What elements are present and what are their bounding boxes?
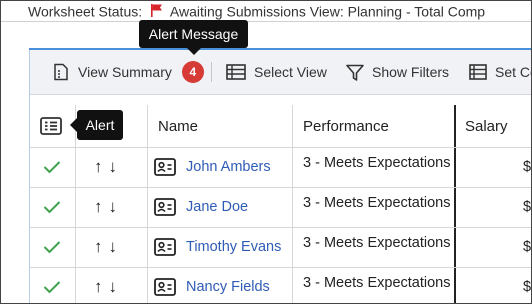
column-divider: [292, 105, 293, 303]
column-divider: [147, 105, 148, 303]
view-summary-button[interactable]: View Summary 4: [52, 50, 204, 94]
show-filters-button[interactable]: Show Filters: [346, 50, 449, 94]
employee-name-link[interactable]: Nancy Fields: [186, 279, 270, 295]
column-divider: [454, 105, 456, 303]
toolbar: View Summary 4 Select View Show Filters: [30, 50, 531, 95]
employee-name-link[interactable]: Jane Doe: [186, 199, 248, 215]
salary-cell: $: [523, 279, 532, 295]
alert-column-header[interactable]: [40, 105, 70, 147]
summary-icon: [54, 63, 68, 81]
contact-card-icon: [154, 198, 176, 216]
performance-column-header[interactable]: Performance: [303, 105, 453, 147]
check-icon: [43, 147, 73, 187]
set-columns-button[interactable]: Set Co: [469, 50, 531, 94]
alert-message-tooltip: Alert Message: [139, 20, 248, 55]
performance-cell: 3 - Meets Expectations: [303, 195, 451, 211]
header-divider: [1, 21, 531, 22]
employee-name-link[interactable]: Timothy Evans: [186, 239, 281, 255]
panel-top-border: [29, 48, 531, 50]
check-icon: [43, 227, 73, 267]
worksheet-status-line: Worksheet Status: Awaiting Submissions V…: [28, 1, 485, 19]
contact-card-icon: [154, 238, 176, 256]
employee-name-link[interactable]: John Ambers: [186, 159, 271, 175]
up-down-arrows-icon[interactable]: ↑↓: [94, 227, 144, 267]
table-icon: [226, 64, 246, 80]
table-row: Timothy Evans: [154, 227, 292, 267]
filter-icon: [346, 64, 364, 81]
check-icon: [43, 267, 73, 303]
contact-card-icon: [154, 158, 176, 176]
column-divider: [75, 105, 76, 303]
up-down-arrows-icon[interactable]: ↑↓: [94, 187, 144, 227]
up-down-arrows-icon[interactable]: ↑↓: [94, 147, 144, 187]
view-label: View: Planning - Total Comp: [309, 3, 486, 20]
check-icon: [43, 187, 73, 227]
table-row: Jane Doe: [154, 187, 290, 227]
view-summary-label: View Summary: [78, 64, 172, 80]
up-down-arrows-icon[interactable]: ↑↓: [94, 267, 144, 303]
salary-column-header[interactable]: Salary: [465, 105, 531, 147]
select-view-button[interactable]: Select View: [226, 50, 327, 94]
toolbar-divider: [211, 62, 212, 82]
alert-list-icon: [40, 117, 62, 135]
name-column-header[interactable]: Name: [158, 105, 288, 147]
flag-icon: [151, 4, 163, 17]
performance-cell: 3 - Meets Expectations: [303, 275, 451, 291]
contact-card-icon: [154, 278, 176, 296]
app-frame: Worksheet Status: Awaiting Submissions V…: [0, 0, 532, 304]
alert-count-badge[interactable]: 4: [181, 61, 204, 83]
status-value: Awaiting Submissions: [169, 3, 306, 20]
show-filters-label: Show Filters: [372, 64, 450, 80]
table-row: John Ambers: [154, 147, 290, 187]
alert-tooltip: Alert: [70, 110, 123, 140]
set-columns-label: Set Co: [495, 64, 531, 80]
select-view-label: Select View: [254, 64, 327, 80]
salary-cell: $: [523, 239, 532, 255]
status-label: Worksheet Status:: [28, 3, 143, 20]
salary-cell: $: [523, 159, 532, 175]
salary-cell: $: [523, 199, 532, 215]
columns-icon: [469, 64, 487, 80]
performance-cell: 3 - Meets Expectations: [303, 155, 451, 171]
table-row: Nancy Fields: [154, 267, 290, 303]
performance-cell: 3 - Meets Expectations: [303, 235, 451, 251]
